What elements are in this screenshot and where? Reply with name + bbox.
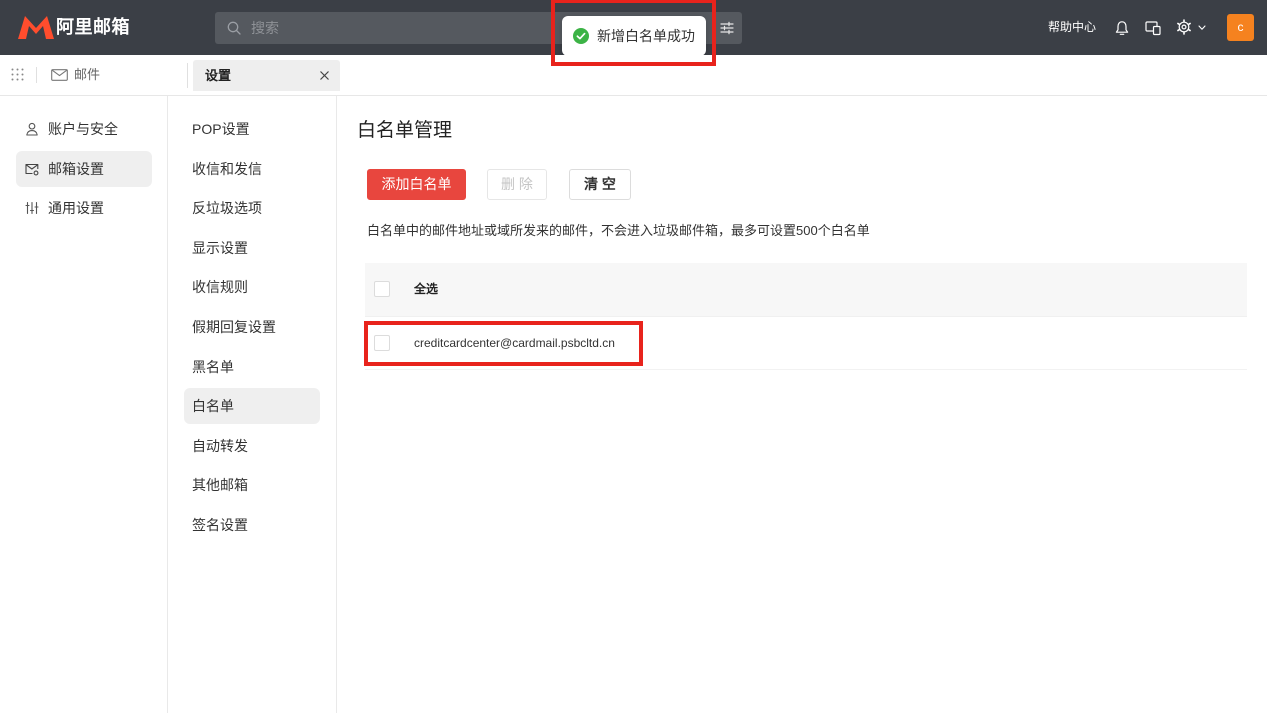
help-center-link[interactable]: 帮助中心 bbox=[1048, 19, 1096, 36]
search-icon bbox=[227, 21, 241, 35]
grid-icon[interactable] bbox=[11, 68, 24, 81]
clear-button[interactable]: 清 空 bbox=[569, 169, 631, 200]
delete-button[interactable]: 删 除 bbox=[487, 169, 547, 200]
success-toast: 新增白名单成功 bbox=[562, 16, 706, 56]
submenu-item-auto-forward[interactable]: 自动转发 bbox=[184, 428, 320, 464]
submenu-item-other-mailboxes[interactable]: 其他邮箱 bbox=[184, 467, 320, 503]
submenu-item-whitelist[interactable]: 白名单 bbox=[184, 388, 320, 425]
gear-icon[interactable] bbox=[1176, 19, 1192, 35]
filter-icon[interactable] bbox=[720, 21, 734, 35]
tab-settings[interactable]: 设置 bbox=[193, 60, 340, 91]
close-icon[interactable] bbox=[320, 71, 329, 80]
divider bbox=[187, 63, 188, 88]
sidebar-item-label: 邮箱设置 bbox=[48, 160, 104, 177]
row-checkbox[interactable] bbox=[374, 335, 390, 351]
select-all-label: 全选 bbox=[414, 282, 439, 296]
whitelist-table: 全选 creditcardcenter@cardmail.psbcltd.cn bbox=[365, 263, 1247, 370]
whitelist-address: creditcardcenter@cardmail.psbcltd.cn bbox=[414, 336, 615, 350]
logo[interactable]: 阿里邮箱 bbox=[16, 12, 131, 42]
mailbox-settings-icon bbox=[25, 163, 39, 176]
toast-message: 新增白名单成功 bbox=[597, 28, 695, 44]
select-all-checkbox[interactable] bbox=[374, 281, 390, 297]
page-title: 白名单管理 bbox=[357, 120, 453, 141]
bell-icon[interactable] bbox=[1114, 20, 1130, 36]
check-circle-icon bbox=[573, 28, 589, 44]
submenu-item-signature[interactable]: 签名设置 bbox=[184, 507, 320, 543]
tab-settings-label: 设置 bbox=[205, 68, 232, 83]
tab-bar: 邮件 设置 bbox=[0, 55, 1267, 96]
submenu-item-anti-spam[interactable]: 反垃圾选项 bbox=[184, 190, 320, 226]
logo-m-icon bbox=[18, 16, 54, 39]
sidebar-item-general-settings[interactable]: 通用设置 bbox=[16, 190, 152, 226]
whitelist-panel: 白名单管理 添加白名单 删 除 清 空 白名单中的邮件地址或域所发来的邮件，不会… bbox=[337, 96, 1267, 713]
chevron-down-icon[interactable] bbox=[1198, 25, 1206, 31]
avatar[interactable]: c bbox=[1227, 14, 1254, 41]
mail-icon bbox=[51, 69, 68, 81]
sidebar-item-label: 通用设置 bbox=[48, 200, 104, 217]
sliders-icon bbox=[25, 202, 39, 215]
sidebar-item-label: 账户与安全 bbox=[48, 121, 118, 137]
toolbar: 添加白名单 删 除 清 空 bbox=[367, 169, 631, 200]
table-row[interactable]: creditcardcenter@cardmail.psbcltd.cn bbox=[365, 316, 1247, 370]
sidebar-item-account-security[interactable]: 账户与安全 bbox=[16, 111, 152, 147]
user-icon bbox=[26, 122, 38, 136]
table-header-row: 全选 bbox=[365, 263, 1247, 316]
divider bbox=[36, 67, 37, 83]
submenu-item-vacation-reply[interactable]: 假期回复设置 bbox=[184, 309, 320, 345]
tab-mail-label: 邮件 bbox=[74, 67, 101, 82]
settings-sidebar: 账户与安全 邮箱设置 通用设置 bbox=[0, 96, 168, 713]
submenu-item-display[interactable]: 显示设置 bbox=[184, 230, 320, 266]
tab-mail[interactable]: 邮件 bbox=[50, 63, 110, 87]
submenu-item-send-receive[interactable]: 收信和发信 bbox=[184, 151, 320, 187]
mailbox-settings-submenu: POP设置 收信和发信 反垃圾选项 显示设置 收信规则 假期回复设置 黑名单 白… bbox=[168, 96, 337, 713]
submenu-item-receive-rules[interactable]: 收信规则 bbox=[184, 269, 320, 305]
add-whitelist-button[interactable]: 添加白名单 bbox=[367, 169, 466, 200]
submenu-item-pop[interactable]: POP设置 bbox=[184, 111, 320, 147]
logo-text: 阿里邮箱 bbox=[56, 17, 130, 37]
whitelist-description: 白名单中的邮件地址或域所发来的邮件，不会进入垃圾邮件箱，最多可设置500个白名单 bbox=[367, 223, 870, 238]
sidebar-item-mailbox-settings[interactable]: 邮箱设置 bbox=[16, 150, 152, 187]
submenu-item-blacklist[interactable]: 黑名单 bbox=[184, 349, 320, 385]
device-icon[interactable] bbox=[1145, 20, 1161, 36]
